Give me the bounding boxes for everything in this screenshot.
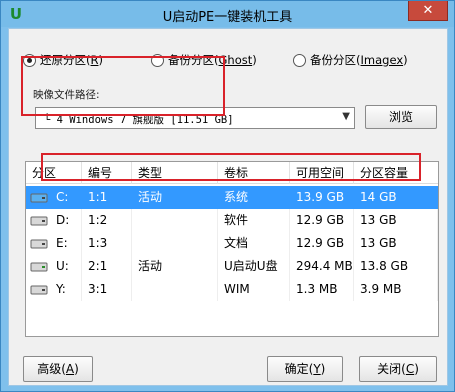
- column-header-number[interactable]: 编号: [82, 162, 132, 184]
- cell-type: 活动: [132, 186, 218, 209]
- column-header-partition[interactable]: 分区: [26, 162, 82, 184]
- column-header-type[interactable]: 类型: [132, 162, 218, 184]
- client-area: 还原分区(R) 备份分区(Ghost) 备份分区(Imagex) 映像文件路径:…: [8, 28, 448, 386]
- cell-number: 1:2: [82, 209, 132, 232]
- advanced-button[interactable]: 高级(A): [23, 356, 93, 382]
- hdd-icon: [30, 285, 48, 295]
- radio-indicator-icon: [151, 53, 164, 67]
- partition-table: 分区 编号 类型 卷标 可用空间 分区容量 C: 1:1 活动 系统 13.9 GB 14…: [25, 161, 439, 337]
- image-path-select[interactable]: └ 4 Windows 7 旗舰版 [11.51 GB] ▼: [35, 107, 355, 129]
- cell-free-space: 13.9 GB: [290, 186, 354, 209]
- cell-label: WIM: [218, 278, 290, 301]
- cell-label: U启动U盘: [218, 255, 290, 278]
- table-header: 分区 编号 类型 卷标 可用空间 分区容量: [26, 162, 438, 184]
- backup-imagex-radio[interactable]: 备份分区(Imagex): [293, 52, 408, 68]
- cell-free-space: 1.3 MB: [290, 278, 354, 301]
- chevron-down-icon[interactable]: ▼: [342, 111, 350, 122]
- table-row[interactable]: Y: 3:1 WIM 1.3 MB 3.9 MB: [26, 278, 438, 301]
- window-close-button[interactable]: ✕: [408, 1, 448, 21]
- close-button[interactable]: 关闭(C): [359, 356, 437, 382]
- cell-type: [132, 278, 218, 301]
- title-bar[interactable]: U U启动PE一键装机工具 ✕: [1, 1, 454, 27]
- radio-indicator-icon: [293, 53, 306, 67]
- radio-indicator-icon: [23, 53, 36, 67]
- cell-number: 1:1: [82, 186, 132, 209]
- cell-free-space: 12.9 GB: [290, 232, 354, 255]
- cell-capacity: 14 GB: [354, 186, 438, 209]
- window-title: U启动PE一键装机工具: [162, 10, 293, 25]
- backup-ghost-radio[interactable]: 备份分区(Ghost): [151, 52, 257, 68]
- browse-button[interactable]: 浏览: [365, 105, 437, 129]
- table-row[interactable]: C: 1:1 活动 系统 13.9 GB 14 GB: [26, 186, 438, 209]
- column-header-free-space[interactable]: 可用空间: [290, 162, 354, 184]
- cell-number: 2:1: [82, 255, 132, 278]
- cell-free-space: 12.9 GB: [290, 209, 354, 232]
- cell-capacity: 13 GB: [354, 209, 438, 232]
- hdd-icon: [30, 216, 48, 226]
- hdd-icon: [30, 239, 48, 249]
- cell-label: 软件: [218, 209, 290, 232]
- hdd-system-icon: [30, 193, 48, 203]
- cell-label: 文档: [218, 232, 290, 255]
- restore-partition-label: 还原分区(R): [40, 53, 103, 67]
- cell-capacity: 3.9 MB: [354, 278, 438, 301]
- ok-button[interactable]: 确定(Y): [267, 356, 343, 382]
- cell-type: 活动: [132, 255, 218, 278]
- cell-type: [132, 209, 218, 232]
- cell-label: 系统: [218, 186, 290, 209]
- column-header-capacity[interactable]: 分区容量: [354, 162, 438, 184]
- table-row[interactable]: E: 1:3 文档 12.9 GB 13 GB: [26, 232, 438, 255]
- cell-type: [132, 232, 218, 255]
- restore-partition-radio[interactable]: 还原分区(R): [23, 52, 103, 68]
- image-path-value: └ 4 Windows 7 旗舰版 [11.51 GB]: [44, 114, 234, 126]
- cell-free-space: 294.4 MB: [290, 255, 354, 278]
- usb-drive-icon: [30, 262, 48, 272]
- mode-options: 还原分区(R) 备份分区(Ghost) 备份分区(Imagex): [23, 52, 439, 70]
- table-row[interactable]: U: 2:1 活动 U启动U盘 294.4 MB 13.8 GB: [26, 255, 438, 278]
- cell-number: 3:1: [82, 278, 132, 301]
- image-path-label: 映像文件路径:: [33, 89, 100, 101]
- backup-imagex-label: 备份分区(Imagex): [310, 53, 408, 67]
- table-row[interactable]: D: 1:2 软件 12.9 GB 13 GB: [26, 209, 438, 232]
- backup-ghost-label: 备份分区(Ghost): [168, 53, 257, 67]
- cell-capacity: 13 GB: [354, 232, 438, 255]
- cell-capacity: 13.8 GB: [354, 255, 438, 278]
- cell-number: 1:3: [82, 232, 132, 255]
- column-header-label[interactable]: 卷标: [218, 162, 290, 184]
- installer-window: U U启动PE一键装机工具 ✕ 还原分区(R) 备份分区(Ghost) 备份分区…: [0, 0, 455, 392]
